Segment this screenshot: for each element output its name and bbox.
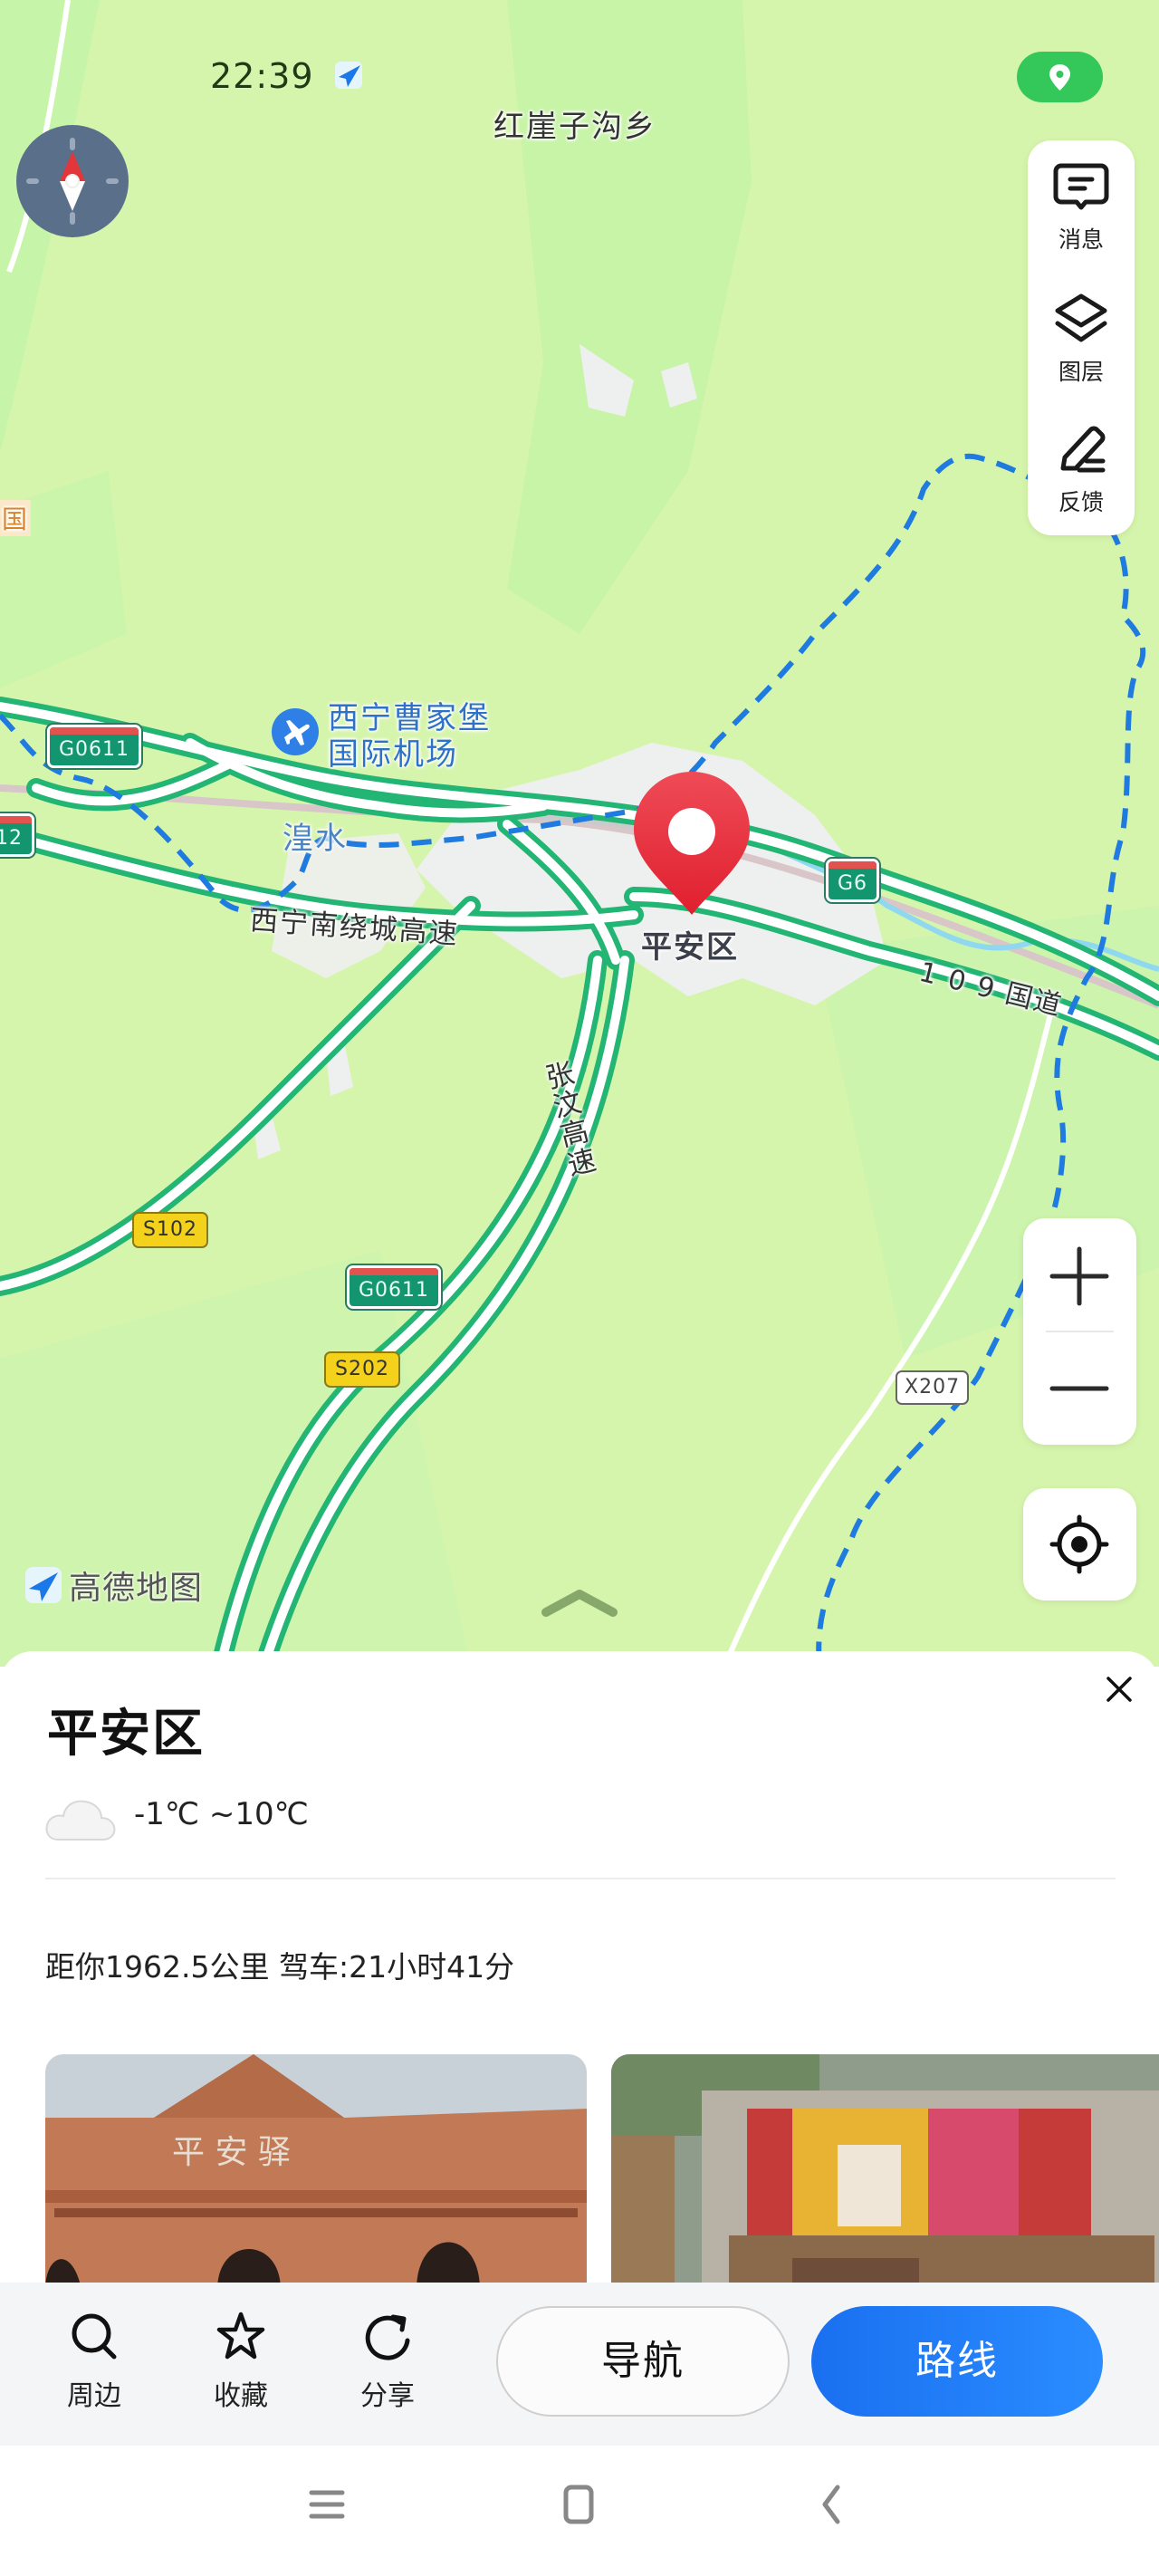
gaode-logo-icon xyxy=(25,1567,62,1603)
chevron-up-icon xyxy=(541,1590,618,1617)
map-pin-icon xyxy=(634,772,750,915)
road-shield-g6: G6 xyxy=(826,859,880,902)
share-label: 分享 xyxy=(360,2380,415,2412)
map-label-district[interactable]: 平安区 xyxy=(641,922,739,966)
layers-icon xyxy=(1055,293,1107,342)
messages-label: 消息 xyxy=(1058,226,1104,253)
recents-button[interactable] xyxy=(304,2482,350,2527)
close-button[interactable] xyxy=(1099,1669,1139,1709)
map-canvas xyxy=(0,0,1159,1667)
minus-icon xyxy=(1049,1386,1109,1391)
location-marker-pin[interactable] xyxy=(628,768,755,918)
back-button[interactable] xyxy=(809,2482,854,2527)
system-nav-bar xyxy=(0,2446,1159,2576)
favorite-button[interactable]: 收藏 xyxy=(187,2310,295,2413)
expand-sheet-handle[interactable] xyxy=(539,1587,620,1623)
favorite-label: 收藏 xyxy=(214,2380,268,2412)
photo-building: 平 安 驿 xyxy=(45,2054,587,2290)
place-photo-1[interactable]: 平 安 驿 xyxy=(45,2054,587,2290)
road-shield-x207: X207 xyxy=(896,1370,970,1405)
layers-button[interactable]: 图层 xyxy=(1028,293,1135,387)
feedback-label: 反馈 xyxy=(1058,489,1104,515)
messages-button[interactable]: 消息 xyxy=(1028,160,1135,255)
nearby-button[interactable]: 周边 xyxy=(40,2310,148,2413)
edit-feedback-icon xyxy=(1060,426,1106,473)
back-icon xyxy=(822,2485,840,2524)
road-shield-s202: S202 xyxy=(324,1351,400,1388)
brand-logo: 高德地图 xyxy=(24,1565,203,1607)
home-button[interactable] xyxy=(556,2482,601,2527)
plus-icon xyxy=(1049,1246,1109,1306)
close-icon xyxy=(1106,1677,1132,1702)
layers-label: 图层 xyxy=(1058,359,1104,385)
compass-icon xyxy=(16,125,129,237)
photo-mural xyxy=(611,2054,1159,2290)
share-icon xyxy=(365,2314,410,2360)
place-title: 平安区 xyxy=(47,1705,205,1764)
cloud-icon xyxy=(43,1794,118,1843)
compass-button[interactable] xyxy=(15,124,129,238)
zoom-out-button[interactable] xyxy=(1023,1332,1136,1445)
temperature-range: -1℃ ~10℃ xyxy=(134,1796,309,1832)
distance-info: 距你1962.5公里 驾车:21小时41分 xyxy=(45,1949,515,1985)
zoom-in-button[interactable] xyxy=(1023,1218,1136,1331)
map-label-edge-poi: 国 xyxy=(0,500,32,536)
map-label-airport-line2[interactable]: 国际机场 xyxy=(328,729,458,774)
zoom-controls xyxy=(1023,1218,1136,1445)
location-share-pill[interactable] xyxy=(1017,52,1103,102)
route-button[interactable]: 路线 xyxy=(811,2306,1103,2417)
locate-me-button[interactable] xyxy=(1023,1488,1136,1600)
menu-icon xyxy=(309,2490,345,2519)
map-label-river: 湟水 xyxy=(283,821,348,857)
road-shield-g0611: G0611 xyxy=(47,725,142,768)
share-button[interactable]: 分享 xyxy=(333,2310,442,2413)
home-icon xyxy=(563,2485,594,2524)
map-pin-icon xyxy=(1049,64,1070,91)
map-tools-panel: 消息 图层 反馈 xyxy=(1028,140,1135,535)
place-photo-2[interactable] xyxy=(611,2054,1159,2290)
feedback-button[interactable]: 反馈 xyxy=(1028,423,1135,517)
brand-name: 高德地图 xyxy=(69,1570,204,1607)
action-bar: 周边 收藏 分享 导航 路线 xyxy=(0,2283,1159,2446)
divider xyxy=(45,1878,1116,1879)
star-icon xyxy=(216,2312,265,2360)
navigate-button[interactable]: 导航 xyxy=(496,2306,790,2417)
nearby-label: 周边 xyxy=(67,2380,121,2412)
svg-text:平 安 驿: 平 安 驿 xyxy=(172,2134,291,2171)
search-icon xyxy=(72,2313,117,2360)
road-shield-edge: 12 xyxy=(0,813,34,857)
airport-icon[interactable] xyxy=(272,708,319,755)
paper-plane-icon xyxy=(333,60,364,91)
message-icon xyxy=(1053,163,1109,210)
map-view[interactable]: 22:39 红崖子沟乡 国 西宁曹家堡 国际机场 湟水 西宁南绕城高速 张汶高速… xyxy=(0,0,1159,1667)
crosshair-icon xyxy=(1049,1514,1109,1574)
road-shield-s102: S102 xyxy=(132,1212,208,1248)
map-label-township: 红崖子沟乡 xyxy=(493,109,656,145)
status-time: 22:39 xyxy=(210,56,314,96)
road-shield-g0611-south: G0611 xyxy=(347,1265,442,1309)
